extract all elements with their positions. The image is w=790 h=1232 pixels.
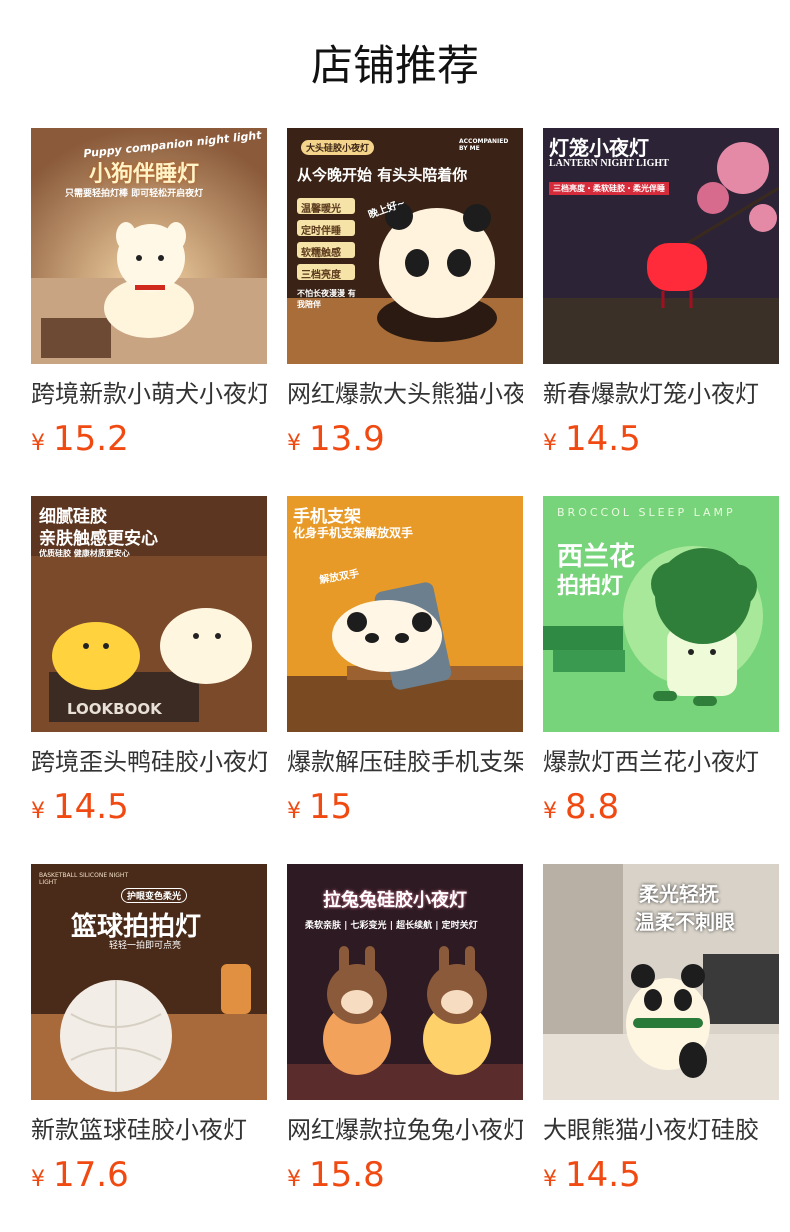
- image-text: BROCCOL SLEEP LAMP: [557, 506, 736, 519]
- image-tag: 软糯触感: [301, 248, 341, 259]
- price-value: 8.8: [565, 787, 620, 827]
- product-image[interactable]: BASKETBALL SILICONE NIGHT LIGHT 护眼变色柔光 篮…: [31, 864, 267, 1100]
- image-text: 从今晚开始 有头头陪着你: [297, 166, 468, 184]
- currency-symbol: ¥: [31, 431, 45, 456]
- product-card[interactable]: 灯笼小夜灯 LANTERN NIGHT LIGHT 三档亮度・柔软硅胶・柔光伴睡…: [543, 128, 779, 460]
- product-image[interactable]: BROCCOL SLEEP LAMP 西兰花 拍拍灯: [543, 496, 779, 732]
- price-value: 13.9: [309, 419, 385, 459]
- image-text: 柔光轻抚: [639, 882, 719, 906]
- product-card[interactable]: 大头硅胶小夜灯 ACCOMPANIED BY ME 从今晚开始 有头头陪着你 温…: [287, 128, 523, 460]
- product-name[interactable]: 跨境歪头鸭硅胶小夜灯: [31, 744, 267, 780]
- image-text: 三档亮度・柔软硅胶・柔光伴睡: [549, 182, 669, 195]
- currency-symbol: ¥: [543, 799, 557, 824]
- currency-symbol: ¥: [543, 1167, 557, 1192]
- product-image[interactable]: 细腻硅胶 亲肤触感更安心 优质硅胶 健康材质更安心 LOOKBOOK: [31, 496, 267, 732]
- currency-symbol: ¥: [543, 431, 557, 456]
- product-name[interactable]: 爆款灯西兰花小夜灯: [543, 744, 779, 780]
- image-text: 拉兔兔硅胶小夜灯: [323, 890, 467, 911]
- product-card[interactable]: 手机支架 化身手机支架解放双手 解放双手 爆款解压硅胶手机支架小夜灯 ¥15: [287, 496, 523, 828]
- product-price: ¥13.9: [287, 418, 385, 460]
- product-card[interactable]: Puppy companion night light 小狗伴睡灯 只需要轻拍灯…: [31, 128, 267, 460]
- product-card[interactable]: 细腻硅胶 亲肤触感更安心 优质硅胶 健康材质更安心 LOOKBOOK 跨境歪头鸭…: [31, 496, 267, 828]
- image-text: LANTERN NIGHT LIGHT: [549, 158, 669, 169]
- image-text: 拍拍灯: [557, 574, 624, 599]
- currency-symbol: ¥: [31, 799, 45, 824]
- image-text: ACCOMPANIED BY ME: [459, 138, 509, 152]
- product-image[interactable]: 灯笼小夜灯 LANTERN NIGHT LIGHT 三档亮度・柔软硅胶・柔光伴睡: [543, 128, 779, 364]
- price-value: 15.8: [309, 1155, 385, 1195]
- image-text: 柔软亲肤 | 七彩变光 | 超长续航 | 定时关灯: [305, 921, 478, 931]
- price-value: 14.5: [565, 1155, 641, 1195]
- product-price: ¥17.6: [31, 1154, 129, 1196]
- product-image[interactable]: 拉兔兔硅胶小夜灯 柔软亲肤 | 七彩变光 | 超长续航 | 定时关灯: [287, 864, 523, 1100]
- price-value: 15.2: [53, 419, 129, 459]
- image-badge: 护眼变色柔光: [121, 888, 188, 903]
- image-badge: 大头硅胶小夜灯: [301, 140, 375, 155]
- product-name[interactable]: 网红爆款大头熊猫小夜灯: [287, 376, 523, 412]
- image-text: 优质硅胶 健康材质更安心: [39, 549, 130, 558]
- product-name[interactable]: 新春爆款灯笼小夜灯: [543, 376, 779, 412]
- price-value: 14.5: [53, 787, 129, 827]
- product-price: ¥8.8: [543, 786, 619, 828]
- product-card[interactable]: 拉兔兔硅胶小夜灯 柔软亲肤 | 七彩变光 | 超长续航 | 定时关灯 网红爆款拉…: [287, 864, 523, 1196]
- product-grid: Puppy companion night light 小狗伴睡灯 只需要轻拍灯…: [0, 0, 790, 1232]
- product-image[interactable]: 大头硅胶小夜灯 ACCOMPANIED BY ME 从今晚开始 有头头陪着你 温…: [287, 128, 523, 364]
- image-text: 小狗伴睡灯: [89, 162, 200, 187]
- product-image[interactable]: Puppy companion night light 小狗伴睡灯 只需要轻拍灯…: [31, 128, 267, 364]
- image-text: 亲肤触感更安心: [39, 529, 158, 549]
- price-value: 14.5: [565, 419, 641, 459]
- product-image[interactable]: 柔光轻抚 温柔不刺眼: [543, 864, 779, 1100]
- price-value: 15: [309, 787, 353, 827]
- image-tag: 温馨暖光: [301, 204, 341, 215]
- product-name[interactable]: 大眼熊猫小夜灯硅胶: [543, 1112, 779, 1148]
- price-value: 17.6: [53, 1155, 129, 1195]
- product-name[interactable]: 新款篮球硅胶小夜灯: [31, 1112, 267, 1148]
- image-text: 不怕长夜漫漫 有我陪伴: [297, 289, 356, 309]
- currency-symbol: ¥: [287, 1167, 301, 1192]
- product-price: ¥15.2: [31, 418, 129, 460]
- product-price: ¥15: [287, 786, 352, 828]
- image-text: 温柔不刺眼: [635, 910, 735, 934]
- product-price: ¥14.5: [543, 1154, 641, 1196]
- product-name[interactable]: 跨境新款小萌犬小夜灯: [31, 376, 267, 412]
- product-price: ¥14.5: [543, 418, 641, 460]
- product-card[interactable]: BROCCOL SLEEP LAMP 西兰花 拍拍灯 爆款灯西兰花小夜灯 ¥8.…: [543, 496, 779, 828]
- image-text: 灯笼小夜灯: [549, 136, 649, 160]
- image-text: 化身手机支架解放双手: [293, 526, 414, 540]
- image-text: 只需要轻拍灯棒 即可轻松开启夜灯: [65, 189, 204, 199]
- currency-symbol: ¥: [31, 1167, 45, 1192]
- image-tag: 定时伴睡: [301, 226, 341, 237]
- product-image[interactable]: 手机支架 化身手机支架解放双手 解放双手: [287, 496, 523, 732]
- product-name[interactable]: 网红爆款拉兔兔小夜灯: [287, 1112, 523, 1148]
- product-card[interactable]: 柔光轻抚 温柔不刺眼 大眼熊猫小夜灯硅胶 ¥14.5: [543, 864, 779, 1196]
- image-text: LOOKBOOK: [67, 700, 162, 718]
- product-name[interactable]: 爆款解压硅胶手机支架小夜灯: [287, 744, 523, 780]
- image-text: 轻轻一拍即可点亮: [109, 941, 182, 951]
- image-text: BASKETBALL SILICONE NIGHT LIGHT: [39, 872, 129, 886]
- product-card[interactable]: BASKETBALL SILICONE NIGHT LIGHT 护眼变色柔光 篮…: [31, 864, 267, 1196]
- product-price: ¥15.8: [287, 1154, 385, 1196]
- image-tag: 三档亮度: [301, 270, 341, 281]
- currency-symbol: ¥: [287, 799, 301, 824]
- currency-symbol: ¥: [287, 431, 301, 456]
- product-price: ¥14.5: [31, 786, 129, 828]
